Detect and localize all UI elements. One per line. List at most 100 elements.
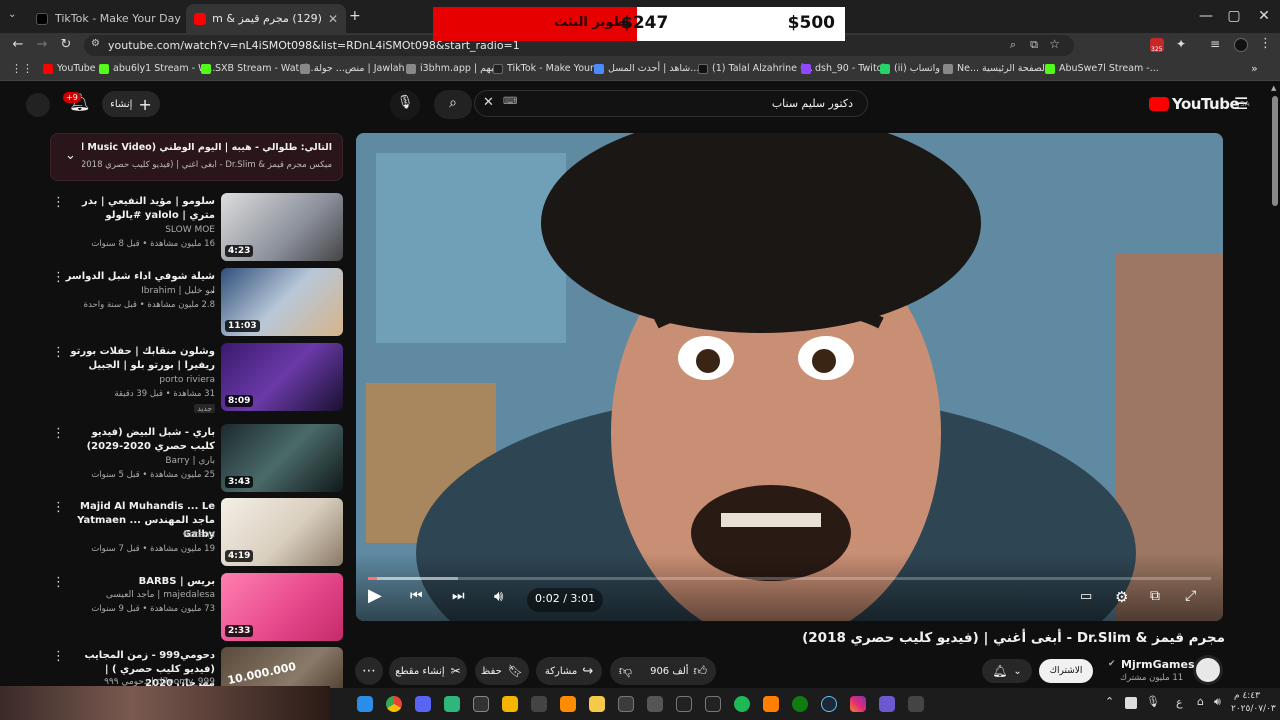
close-tab-icon[interactable]: ✕ xyxy=(181,12,184,26)
app-icon[interactable] xyxy=(473,696,489,712)
back-icon[interactable]: ← xyxy=(9,37,27,52)
steam-icon[interactable] xyxy=(821,696,837,712)
more-options-icon[interactable]: ⋮ xyxy=(52,345,65,360)
app-icon[interactable] xyxy=(560,696,576,712)
clear-search-icon[interactable]: ✕ xyxy=(483,95,494,110)
app-icon[interactable] xyxy=(502,696,518,712)
search-button[interactable]: ⌕ xyxy=(434,90,472,119)
install-icon[interactable]: ⧉ xyxy=(1030,38,1038,52)
next-button[interactable]: ⏭ xyxy=(452,588,465,604)
more-options-icon[interactable]: ⋮ xyxy=(52,195,65,210)
chrome-icon[interactable] xyxy=(386,696,402,712)
tab-youtube[interactable]: (129) مجرم قيمز & Dr.Slim - أبغ... ✕ xyxy=(186,4,346,33)
channel-avatar[interactable] xyxy=(1193,655,1223,685)
volume-icon[interactable]: 🔊︎ xyxy=(494,587,503,605)
discord-icon[interactable] xyxy=(415,696,431,712)
bookmark-item[interactable]: TikTok - Make Your... xyxy=(493,63,602,74)
notify-bell-button[interactable]: 🔔︎ ⌄ xyxy=(982,659,1032,683)
app-icon[interactable] xyxy=(908,696,924,712)
app-icon[interactable] xyxy=(444,696,460,712)
channel-name[interactable]: MjrmGames xyxy=(1121,658,1195,671)
vlc-icon[interactable] xyxy=(763,696,779,712)
create-button[interactable]: إنشاء + xyxy=(102,91,160,117)
instagram-icon[interactable] xyxy=(850,696,866,712)
fullscreen-icon[interactable]: ⤢ xyxy=(1185,588,1196,604)
network-icon[interactable]: ⌂ xyxy=(1197,695,1204,708)
guide-menu-icon[interactable]: ☰ xyxy=(1234,94,1248,113)
voice-search-icon[interactable]: 🎙︎ xyxy=(390,90,420,120)
extensions-puzzle-icon[interactable]: ✦ xyxy=(1176,37,1186,51)
bookmark-item[interactable]: abu6ly1 Stream - W... xyxy=(99,63,215,74)
xbox-icon[interactable] xyxy=(792,696,808,712)
bookmark-item[interactable]: (1) Talal Alzahrine (... xyxy=(698,63,813,74)
bookmark-item[interactable]: Ne... الصفحة الرئيسية xyxy=(943,63,1048,74)
tab-tiktok[interactable]: TikTok - Make Your Day ✕ xyxy=(28,4,184,33)
video-thumbnail[interactable]: 4:23 xyxy=(221,193,343,261)
app-icon[interactable] xyxy=(618,696,634,712)
bookmark-star-icon[interactable]: ☆ xyxy=(1049,37,1060,51)
list-item[interactable]: 8:09 وشلون منقابك | حفلات بورتو ريفيرا |… xyxy=(50,343,343,413)
miniplayer-icon[interactable]: ⧉ xyxy=(1150,588,1160,604)
language-indicator[interactable]: ع xyxy=(1176,696,1183,709)
folder-icon[interactable] xyxy=(589,696,605,712)
apps-grid-icon[interactable]: ⋮⋮ xyxy=(11,62,33,75)
save-button[interactable]: حفظ 🔖︎ xyxy=(475,657,529,685)
dislike-button[interactable]: 👎︎ xyxy=(619,664,632,679)
video-thumbnail[interactable]: 11:03 xyxy=(221,268,343,336)
more-options-icon[interactable]: ⋮ xyxy=(52,575,65,590)
bookmark-item[interactable]: شاهد | أحدث المسل... xyxy=(594,63,699,74)
windows-start-icon[interactable] xyxy=(357,696,373,712)
mix-queue-header[interactable]: ⌄ التالي: طلوالي - هيبه | اليوم الوطني (… xyxy=(50,133,343,181)
browser-menu-icon[interactable]: ⋮ xyxy=(1259,36,1272,51)
bookmark-item[interactable]: YouTube xyxy=(43,63,96,74)
spotify-icon[interactable] xyxy=(734,696,750,712)
account-avatar[interactable] xyxy=(26,93,50,117)
subtitles-icon[interactable]: ▭ xyxy=(1080,589,1092,604)
reload-icon[interactable]: ↻ xyxy=(57,37,75,52)
scrollbar-thumb[interactable] xyxy=(1272,96,1278,206)
site-info-icon[interactable]: ⚙ xyxy=(91,38,100,49)
play-button[interactable]: ▶ xyxy=(368,585,390,611)
video-thumbnail[interactable]: 3:43 xyxy=(221,424,343,492)
microphone-icon[interactable]: 🎙︎ xyxy=(1146,695,1160,708)
close-window-button[interactable]: ✕ xyxy=(1254,8,1274,24)
tab-search-icon[interactable]: ⌄ xyxy=(8,9,16,20)
profile-avatar[interactable] xyxy=(1234,38,1248,52)
list-item[interactable]: 2:33 بريس | BARBS majedalesa | ماجد العي… xyxy=(50,573,343,643)
tray-app-icon[interactable] xyxy=(1125,697,1137,709)
bookmark-item[interactable]: منص... جولة | Jawlah xyxy=(300,63,405,74)
collapse-chevron-icon[interactable]: ⌄ xyxy=(65,148,76,163)
bookmark-item[interactable]: (ii) واتساب xyxy=(880,63,940,74)
keyboard-icon[interactable]: ⌨ xyxy=(503,96,517,107)
page-scrollbar[interactable]: ▲ xyxy=(1270,82,1280,688)
more-options-icon[interactable]: ⋮ xyxy=(52,649,65,664)
maximize-button[interactable]: ▢ xyxy=(1224,8,1244,24)
minimize-button[interactable]: — xyxy=(1196,8,1216,24)
settings-gear-icon[interactable]: ⚙ xyxy=(1115,588,1128,606)
list-item[interactable]: 3:43 باري - شبل البيض (فيديو كليب حصري 2… xyxy=(50,424,343,494)
close-tab-icon[interactable]: ✕ xyxy=(322,12,338,26)
more-options-icon[interactable]: ⋮ xyxy=(52,426,65,441)
list-item[interactable]: 4:23 سلومو | مؤيد النفيعي | بدر متري | y… xyxy=(50,193,343,263)
video-thumbnail[interactable]: 4:19 xyxy=(221,498,343,566)
media-icon[interactable]: ≡ xyxy=(1210,37,1220,51)
bookmark-item[interactable]: AbuSwe7l Stream -... xyxy=(1045,63,1159,74)
bookmark-item[interactable]: dsh_90 - Twitch xyxy=(801,63,888,74)
clock-date[interactable]: ٢٠٢٥/٠٧/٠٣ xyxy=(1231,704,1276,714)
tray-chevron-icon[interactable]: ⌃ xyxy=(1105,695,1114,708)
like-button[interactable]: 👍︎ xyxy=(694,664,708,679)
scrollbar-up-arrow[interactable]: ▲ xyxy=(1271,84,1276,92)
volume-icon[interactable]: 🔊︎ xyxy=(1214,695,1221,709)
more-options-icon[interactable]: ⋮ xyxy=(52,270,65,285)
video-thumbnail[interactable]: 2:33 xyxy=(221,573,343,641)
list-item[interactable]: 4:19 Majid Al Muhandis ... Le ماجد المهن… xyxy=(50,498,343,568)
app-icon[interactable] xyxy=(879,696,895,712)
previous-button[interactable]: ⏮ xyxy=(410,588,423,604)
video-thumbnail[interactable]: 8:09 xyxy=(221,343,343,411)
app-icon[interactable] xyxy=(531,696,547,712)
search-input[interactable]: دكتور سليم سناب ✕ ⌨ xyxy=(474,90,868,117)
forward-icon[interactable]: → xyxy=(33,37,51,52)
clock-time[interactable]: ٤:٤٣ م xyxy=(1234,691,1260,701)
app-icon[interactable] xyxy=(647,696,663,712)
new-tab-button[interactable]: + xyxy=(349,8,361,24)
